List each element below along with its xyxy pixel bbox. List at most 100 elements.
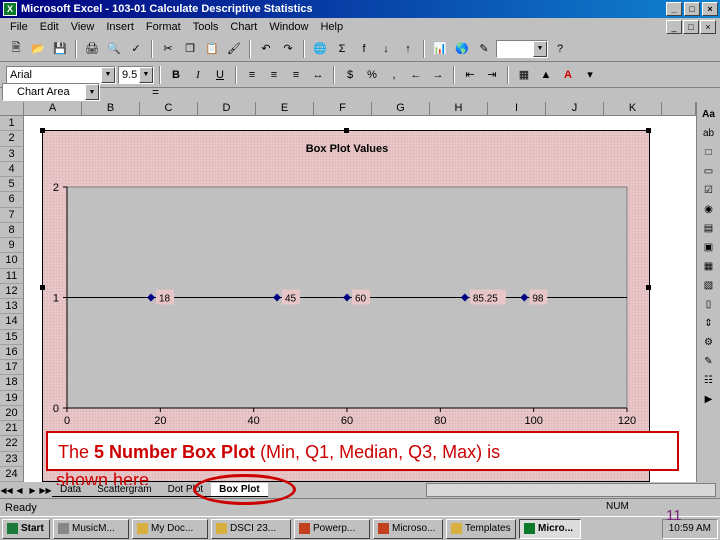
open-icon[interactable]: 📂	[28, 39, 48, 59]
button-icon[interactable]: ▭	[700, 163, 718, 179]
row-header[interactable]: 8	[0, 222, 24, 238]
column-header[interactable]: K	[604, 102, 662, 116]
row-header[interactable]: 18	[0, 375, 24, 391]
row-header[interactable]: 20	[0, 405, 24, 421]
column-header[interactable]: H	[430, 102, 488, 116]
edit-box-icon[interactable]: ab	[700, 125, 718, 141]
print-icon[interactable]: 🖨	[82, 39, 102, 59]
row-header[interactable]: 5	[0, 177, 24, 193]
label-icon[interactable]: Aa	[700, 106, 718, 122]
sort-ascending-icon[interactable]: ↓	[376, 39, 396, 59]
row-header[interactable]: 16	[0, 344, 24, 360]
row-header[interactable]: 22	[0, 436, 24, 452]
hyperlink-icon[interactable]: 🌐	[310, 39, 330, 59]
taskbar-item[interactable]: DSCI 23...	[211, 518, 291, 539]
next-sheet-icon[interactable]: ▶	[26, 483, 39, 497]
autosum-icon[interactable]: Σ	[332, 39, 352, 59]
menu-tools[interactable]: Tools	[187, 21, 225, 33]
taskbar-item[interactable]: Powerp...	[294, 518, 370, 539]
chart-wizard-icon[interactable]: 📊	[430, 39, 450, 59]
chevron-down-icon[interactable]: ▼	[139, 66, 153, 83]
row-header[interactable]: 13	[0, 299, 24, 315]
edit-code-icon[interactable]: ✎	[700, 353, 718, 369]
chevron-down-icon[interactable]: ▼	[533, 40, 547, 57]
close-button[interactable]: ×	[702, 2, 718, 16]
font-name-combo[interactable]: Arial ▼	[6, 65, 116, 84]
column-header[interactable]: I	[488, 102, 546, 116]
doc-close-button[interactable]: ×	[700, 20, 716, 34]
horizontal-scrollbar[interactable]	[426, 483, 716, 497]
group-box-icon[interactable]: □	[700, 144, 718, 160]
sort-descending-icon[interactable]: ↑	[398, 39, 418, 59]
menu-view[interactable]: View	[65, 21, 101, 33]
select-all-corner[interactable]	[0, 102, 24, 116]
new-icon[interactable]: 🗎	[6, 39, 26, 59]
row-header[interactable]: 12	[0, 283, 24, 299]
row-header[interactable]: 21	[0, 421, 24, 437]
column-header[interactable]: A	[24, 102, 82, 116]
column-header-partial[interactable]	[662, 102, 696, 116]
option-button-icon[interactable]: ◉	[700, 201, 718, 217]
taskbar-item[interactable]: MusicM...	[53, 518, 129, 539]
minimize-button[interactable]: _	[666, 2, 682, 16]
data-label[interactable]: 45	[285, 294, 297, 305]
start-button[interactable]: Start	[2, 518, 50, 539]
combo-dropdown-icon[interactable]: ▧	[700, 277, 718, 293]
spelling-icon[interactable]: ✓	[126, 39, 146, 59]
chevron-down-icon[interactable]: ▼	[85, 84, 99, 100]
row-header[interactable]: 1	[0, 116, 24, 132]
row-header[interactable]: 3	[0, 146, 24, 162]
row-header[interactable]: 15	[0, 329, 24, 345]
run-dialog-icon[interactable]: ▶	[700, 391, 718, 407]
name-box[interactable]: Chart Area ▼	[2, 83, 100, 101]
first-sheet-icon[interactable]: ◀◀	[0, 483, 13, 497]
row-header[interactable]: 9	[0, 238, 24, 254]
menu-edit[interactable]: Edit	[34, 21, 65, 33]
help-icon[interactable]: ?	[550, 39, 570, 59]
spinner-icon[interactable]: ⇕	[700, 315, 718, 331]
row-header[interactable]: 11	[0, 268, 24, 284]
drawing-icon[interactable]: ✎	[474, 39, 494, 59]
excel-icon[interactable]: X	[3, 2, 17, 16]
copy-icon[interactable]: ❐	[180, 39, 200, 59]
taskbar-item[interactable]: Templates	[446, 518, 516, 539]
combo-list-icon[interactable]: ▦	[700, 258, 718, 274]
row-header[interactable]: 23	[0, 451, 24, 467]
print-preview-icon[interactable]: 🔍	[104, 39, 124, 59]
column-header[interactable]: E	[256, 102, 314, 116]
tab-data[interactable]: Data	[52, 483, 90, 497]
save-icon[interactable]: 💾	[50, 39, 70, 59]
tab-scattergram[interactable]: Scattergram	[89, 483, 160, 497]
map-icon[interactable]: 🌎	[452, 39, 472, 59]
column-header[interactable]: G	[372, 102, 430, 116]
menu-file[interactable]: File	[4, 21, 34, 33]
paste-icon[interactable]: 📋	[202, 39, 222, 59]
list-box-icon[interactable]: ▤	[700, 220, 718, 236]
redo-icon[interactable]: ↷	[278, 39, 298, 59]
scroll-bar-icon[interactable]: ▯	[700, 296, 718, 312]
chart-area[interactable]: Box Plot Values 0 1 2 0 20 40 60 80 100 120 18 45 60…	[40, 128, 651, 482]
row-header[interactable]: 19	[0, 390, 24, 406]
doc-restore-button[interactable]: □	[683, 20, 699, 34]
prev-sheet-icon[interactable]: ◀	[13, 483, 26, 497]
menu-insert[interactable]: Insert	[100, 21, 140, 33]
column-header[interactable]: J	[546, 102, 604, 116]
row-header[interactable]: 6	[0, 192, 24, 208]
menu-window[interactable]: Window	[263, 21, 314, 33]
menu-chart[interactable]: Chart	[224, 21, 263, 33]
column-header[interactable]: C	[140, 102, 198, 116]
data-label[interactable]: 98	[532, 294, 544, 305]
row-header[interactable]: 4	[0, 161, 24, 177]
data-label[interactable]: 85.25	[473, 294, 498, 305]
taskbar-item-active[interactable]: Micro...	[519, 518, 581, 539]
zoom-combo[interactable]: ▼	[496, 39, 548, 58]
font-size-combo[interactable]: 9.5 ▼	[118, 65, 154, 84]
cut-icon[interactable]: ✂	[158, 39, 178, 59]
column-header[interactable]: D	[198, 102, 256, 116]
menu-help[interactable]: Help	[314, 21, 349, 33]
row-header[interactable]: 17	[0, 360, 24, 376]
row-header[interactable]: 2	[0, 131, 24, 147]
taskbar-item[interactable]: My Doc...	[132, 518, 208, 539]
function-icon[interactable]: f	[354, 39, 374, 59]
maximize-button[interactable]: □	[684, 2, 700, 16]
